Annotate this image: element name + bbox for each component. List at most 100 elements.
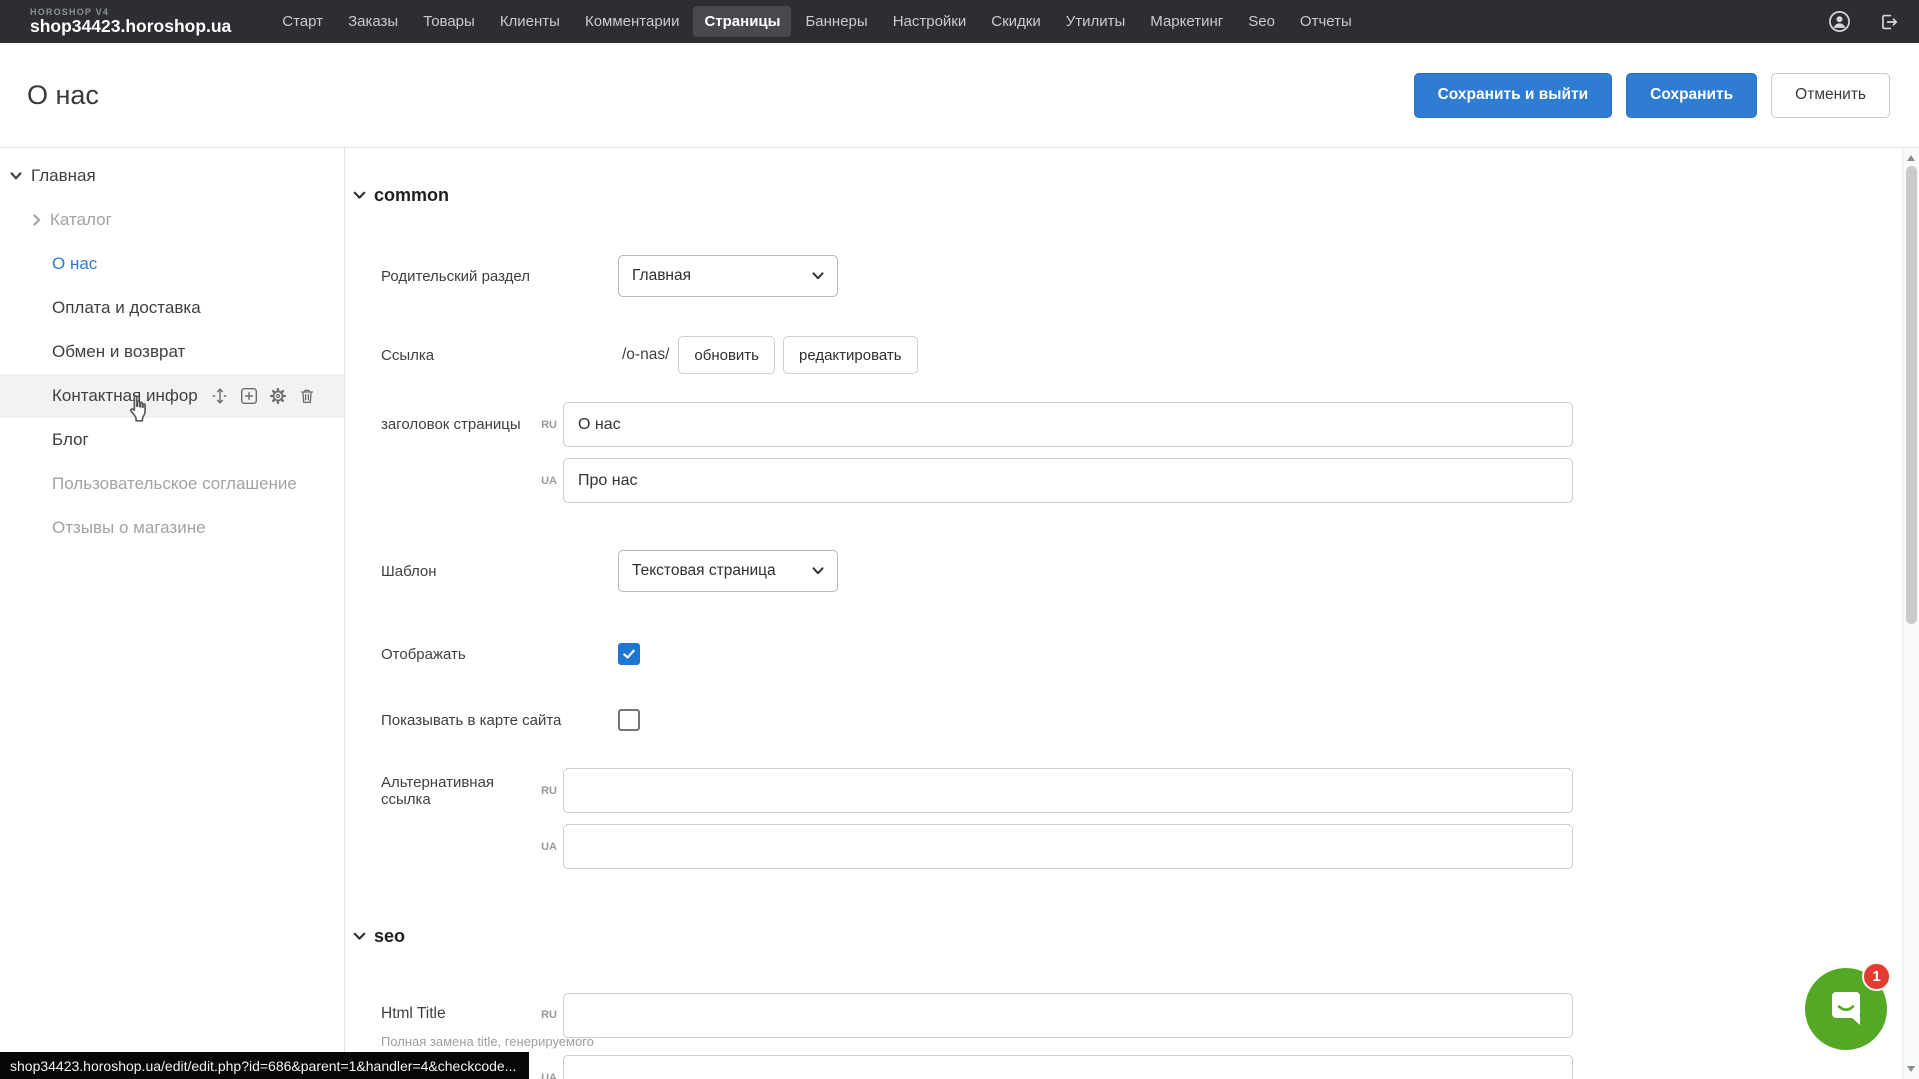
cancel-button[interactable]: Отменить [1771, 73, 1890, 118]
nav-item-8[interactable]: Настройки [882, 6, 978, 37]
lang-badge-ru: RU [541, 785, 557, 797]
sidebar-item-1[interactable]: Главная [0, 154, 344, 198]
pages-tree-sidebar: Главная Каталог О нас Оплата и доставка Обме… [0, 148, 345, 1079]
page-title-ru-input[interactable] [563, 402, 1573, 447]
chat-launcher-button[interactable]: 1 [1805, 968, 1887, 1050]
chevron-down-icon[interactable] [10, 172, 22, 180]
html-title-ua-row: UA [381, 1055, 1573, 1079]
sidebar-item-label: О нас [52, 254, 97, 274]
lang-badge-ru: RU [541, 419, 557, 431]
settings-icon[interactable] [269, 387, 287, 405]
sitemap-checkbox[interactable] [618, 709, 640, 731]
nav-item-5[interactable]: Комментарии [574, 6, 690, 37]
section-common-title: common [374, 185, 449, 206]
sidebar-tree: Главная Каталог О нас Оплата и доставка Обме… [0, 154, 344, 550]
chevron-right-icon[interactable] [33, 214, 41, 226]
nav-item-12[interactable]: Seo [1237, 6, 1286, 37]
sidebar-row-actions [211, 387, 316, 405]
delete-icon[interactable] [298, 387, 316, 405]
chat-bubble-icon [1822, 983, 1870, 1036]
sidebar-item-label: Главная [31, 166, 96, 186]
nav-item-7[interactable]: Баннеры [794, 6, 878, 37]
sidebar-item-2[interactable]: Каталог [0, 198, 344, 242]
nav-item-3[interactable]: Товары [412, 6, 486, 37]
html-title-hint: Полная замена title, генерируемого [381, 1034, 594, 1049]
account-icon[interactable] [1827, 10, 1851, 34]
chevron-down-icon [353, 191, 366, 200]
scrollbar-thumb[interactable] [1906, 166, 1917, 624]
nav-item-2[interactable]: Заказы [337, 6, 409, 37]
page-title-ua-row: UA [381, 458, 1573, 503]
alt-link-label: Альтернативная ссылка RU [381, 774, 563, 808]
sidebar-item-9[interactable]: Отзывы о магазине [0, 506, 344, 550]
section-seo-title: seo [374, 926, 405, 947]
template-label: Шаблон [381, 563, 618, 580]
page-title-ru-row: заголовок страницы RU [381, 402, 1573, 447]
sidebar-item-6[interactable]: Контактная инфор [0, 374, 344, 418]
save-and-exit-button[interactable]: Сохранить и выйти [1414, 73, 1613, 118]
display-label: Отображать [381, 646, 618, 663]
sidebar-item-8[interactable]: Пользовательское соглашение [0, 462, 344, 506]
html-title-ru-row: Html Title Полная замена title, генериру… [381, 993, 1573, 1038]
link-edit-button[interactable]: редактировать [783, 336, 918, 374]
parent-section-row: Родительский раздел Главная [381, 255, 838, 297]
chat-unread-badge: 1 [1862, 962, 1891, 991]
sidebar-item-label: Блог [52, 430, 89, 450]
header-actions: Сохранить и выйти Сохранить Отменить [1414, 73, 1890, 118]
page-title-label: заголовок страницы RU [381, 416, 563, 433]
link-row: Ссылка /o-nas/ обновить редактировать [381, 336, 918, 374]
parent-section-value: Главная [632, 267, 691, 285]
page-title-ua-input[interactable] [563, 458, 1573, 503]
nav-item-11[interactable]: Маркетинг [1139, 6, 1234, 37]
sidebar-item-label: Обмен и возврат [52, 342, 185, 362]
nav-item-4[interactable]: Клиенты [489, 6, 571, 37]
scroll-down-arrow-icon[interactable] [1907, 1066, 1915, 1072]
link-status-tooltip: shop34423.horoshop.ua/edit/edit.php?id=6… [0, 1052, 529, 1079]
nav-menu: СтартЗаказыТоварыКлиентыКомментарииСтран… [271, 6, 1362, 37]
sidebar-item-label: Оплата и доставка [52, 298, 201, 318]
page-edit-form: common Родительский раздел Главная Ссылк… [345, 148, 1919, 1079]
page-edit-o-nas: HOROSHOP V4 shop34423.horoshop.ua СтартЗ… [0, 0, 1919, 1079]
nav-item-6[interactable]: Страницы [693, 6, 791, 37]
template-select[interactable]: Текстовая страница [618, 550, 838, 592]
section-seo-header[interactable]: seo [353, 926, 405, 947]
alt-link-ru-row: Альтернативная ссылка RU [381, 768, 1573, 813]
section-common-header[interactable]: common [353, 185, 449, 206]
sidebar-item-label: Контактная инфор [52, 386, 198, 406]
parent-section-select[interactable]: Главная [618, 255, 838, 297]
parent-section-label: Родительский раздел [381, 268, 618, 285]
display-checkbox[interactable] [618, 643, 640, 665]
sitemap-label: Показывать в карте сайта [381, 712, 618, 729]
shop-logo: HOROSHOP V4 shop34423.horoshop.ua [30, 8, 231, 36]
nav-item-10[interactable]: Утилиты [1055, 6, 1137, 37]
sidebar-item-3[interactable]: О нас [0, 242, 344, 286]
nav-item-13[interactable]: Отчеты [1289, 6, 1363, 37]
link-refresh-button[interactable]: обновить [678, 336, 775, 374]
link-path-value: /o-nas/ [618, 346, 669, 364]
lang-badge-ua: UA [541, 1072, 557, 1079]
html-title-ua-input[interactable] [563, 1055, 1573, 1079]
page-header: О нас Сохранить и выйти Сохранить Отмени… [0, 43, 1919, 148]
add-icon[interactable] [240, 387, 258, 405]
link-label: Ссылка [381, 347, 618, 364]
vertical-scrollbar[interactable] [1902, 148, 1919, 1079]
alt-link-ru-input[interactable] [563, 768, 1573, 813]
nav-item-9[interactable]: Скидки [980, 6, 1051, 37]
html-title-ru-input[interactable] [563, 993, 1573, 1038]
sidebar-item-5[interactable]: Обмен и возврат [0, 330, 344, 374]
nav-item-1[interactable]: Старт [271, 6, 334, 37]
page-title: О нас [27, 80, 99, 111]
html-title-label: Html Title [381, 1005, 446, 1023]
save-button[interactable]: Сохранить [1626, 73, 1757, 118]
drag-move-icon[interactable] [211, 387, 229, 405]
sidebar-item-4[interactable]: Оплата и доставка [0, 286, 344, 330]
sidebar-item-label: Пользовательское соглашение [52, 474, 297, 494]
template-value: Текстовая страница [632, 562, 776, 580]
scroll-up-arrow-icon[interactable] [1907, 155, 1915, 161]
html-title-labelcell: Html Title Полная замена title, генериру… [381, 993, 563, 1038]
logout-icon[interactable] [1877, 10, 1901, 34]
top-navigation-bar: HOROSHOP V4 shop34423.horoshop.ua СтартЗ… [0, 0, 1919, 43]
sitemap-row: Показывать в карте сайта [381, 708, 640, 732]
alt-link-ua-input[interactable] [563, 824, 1573, 869]
sidebar-item-7[interactable]: Блог [0, 418, 344, 462]
